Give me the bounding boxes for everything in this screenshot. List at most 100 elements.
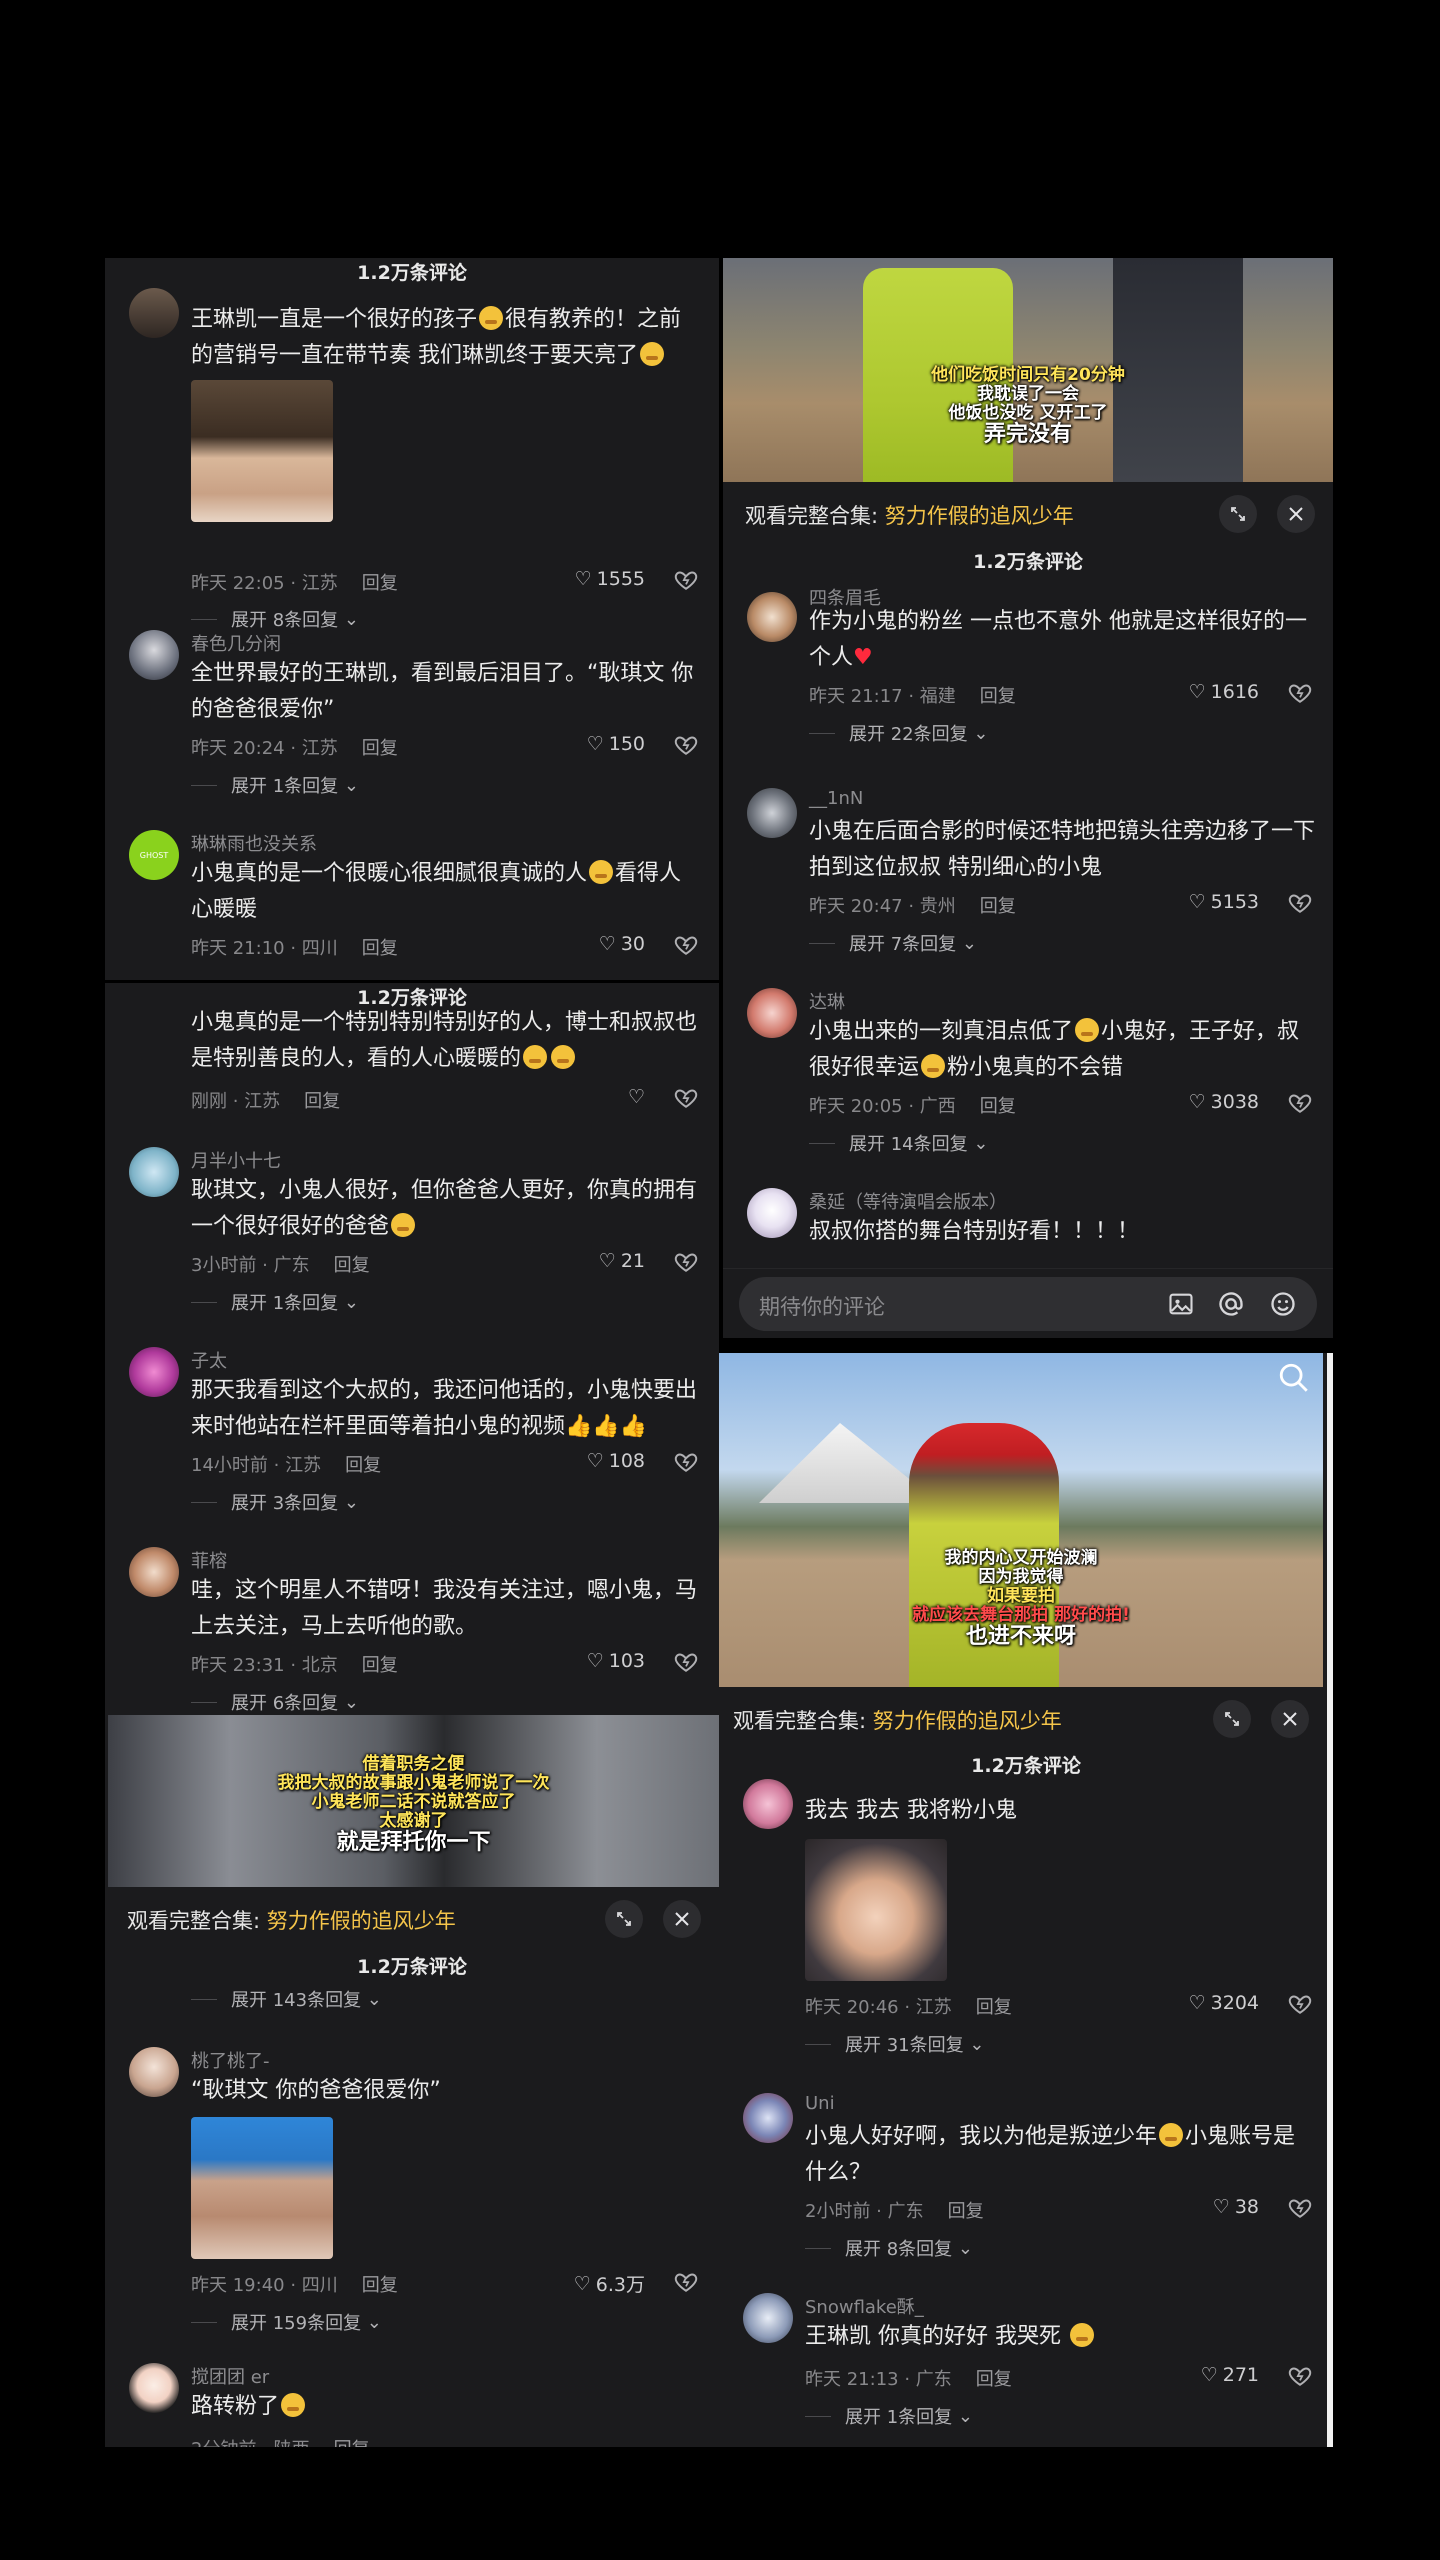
dislike-icon[interactable]	[673, 731, 699, 757]
username[interactable]: 琳琳雨也没关系	[191, 830, 317, 856]
avatar[interactable]	[129, 1347, 179, 1397]
image-icon[interactable]	[1167, 1290, 1195, 1318]
dislike-icon[interactable]	[1287, 2362, 1313, 2388]
avatar[interactable]	[129, 1147, 179, 1197]
expand-icon[interactable]	[1219, 495, 1257, 533]
dislike-icon[interactable]	[1287, 889, 1313, 915]
expand-replies[interactable]: 展开 6条回复 ⌄	[191, 1689, 359, 1715]
dislike-icon[interactable]	[1287, 1089, 1313, 1115]
username[interactable]: 菲榕	[191, 1547, 227, 1573]
collection-bar[interactable]: 观看完整合集: 努力作假的追风少年	[105, 1887, 719, 1951]
username[interactable]: Uni	[805, 2093, 835, 2114]
avatar[interactable]	[747, 988, 797, 1038]
username[interactable]: 搅团团 er	[191, 2363, 269, 2389]
expand-replies[interactable]: 展开 3条回复 ⌄	[191, 1489, 359, 1515]
dislike-icon[interactable]	[673, 566, 699, 592]
dislike-icon[interactable]	[673, 2268, 699, 2294]
reply-button[interactable]: 回复	[304, 1091, 340, 1112]
reply-button[interactable]: 回复	[362, 738, 398, 759]
avatar[interactable]: GHOST	[129, 830, 179, 880]
expand-replies[interactable]: 展开 143条回复 ⌄	[191, 1986, 382, 2012]
reply-button[interactable]: 回复	[362, 573, 398, 594]
username[interactable]: 春色几分闲	[191, 630, 281, 656]
like-button[interactable]: ♡ 1555	[575, 568, 645, 590]
like-button[interactable]: ♡ 108	[587, 1450, 645, 1472]
comment-image[interactable]	[191, 380, 333, 522]
comment-image[interactable]	[805, 1839, 947, 1981]
video-player[interactable]: 他们吃饭时间只有20分钟 我耽误了一会 他饭也没吃 又开工了 弄完没有	[723, 258, 1333, 482]
avatar[interactable]	[747, 788, 797, 838]
like-button[interactable]: ♡ 21	[599, 1250, 645, 1272]
username[interactable]: 桑延（等待演唱会版本）	[809, 1188, 1007, 1214]
username[interactable]: 月半小十七	[191, 1147, 281, 1173]
collection-label[interactable]: 观看完整合集: 努力作假的追风少年	[127, 1905, 456, 1935]
avatar[interactable]	[129, 2047, 179, 2097]
like-button[interactable]: ♡ 103	[587, 1650, 645, 1672]
reply-button[interactable]: 回复	[948, 2201, 984, 2222]
username[interactable]: 子太	[191, 1347, 227, 1373]
expand-icon[interactable]	[1213, 1700, 1251, 1738]
expand-replies[interactable]: 展开 1条回复 ⌄	[191, 772, 359, 798]
search-icon[interactable]	[1277, 1361, 1311, 1395]
dislike-icon[interactable]	[673, 1648, 699, 1674]
reply-button[interactable]: 回复	[980, 1096, 1016, 1117]
like-button[interactable]: ♡ 3038	[1189, 1091, 1259, 1113]
username[interactable]: Snowflake酥_	[805, 2293, 924, 2319]
emoji-picker-icon[interactable]	[1269, 1290, 1297, 1318]
reply-button[interactable]: 回复	[334, 2439, 370, 2447]
dislike-icon[interactable]	[673, 1448, 699, 1474]
collection-label[interactable]: 观看完整合集: 努力作假的追风少年	[733, 1705, 1062, 1735]
reply-button[interactable]: 回复	[362, 938, 398, 959]
avatar[interactable]	[743, 2093, 793, 2143]
username[interactable]: 达琳	[809, 988, 845, 1014]
like-button[interactable]: ♡ 5153	[1189, 891, 1259, 913]
expand-replies[interactable]: 展开 159条回复 ⌄	[191, 2309, 382, 2335]
like-button[interactable]: ♡ 6.3万	[574, 2270, 645, 2297]
username[interactable]: 桃了桃了-	[191, 2047, 270, 2073]
dislike-icon[interactable]	[673, 1248, 699, 1274]
expand-icon[interactable]	[605, 1900, 643, 1938]
video-player[interactable]: 借着职务之便 我把大叔的故事跟小鬼老师说了一次 小鬼老师二话不说就答应了 太感谢…	[108, 1715, 719, 1887]
reply-button[interactable]: 回复	[345, 1455, 381, 1476]
like-button[interactable]: ♡ 3204	[1189, 1992, 1259, 2014]
scrollbar[interactable]	[1327, 1353, 1333, 2447]
reply-button[interactable]: 回复	[362, 1655, 398, 1676]
expand-replies[interactable]: 展开 1条回复 ⌄	[191, 1289, 359, 1315]
reply-button[interactable]: 回复	[976, 2369, 1012, 2390]
dislike-icon[interactable]	[1287, 1990, 1313, 2016]
avatar[interactable]	[743, 2293, 793, 2343]
avatar[interactable]	[129, 630, 179, 680]
expand-replies[interactable]: 展开 14条回复 ⌄	[809, 1130, 988, 1156]
avatar[interactable]	[743, 1779, 793, 1829]
avatar[interactable]	[747, 592, 797, 642]
collection-bar[interactable]: 观看完整合集: 努力作假的追风少年	[719, 1687, 1333, 1751]
avatar[interactable]	[747, 1188, 797, 1238]
avatar[interactable]	[129, 1547, 179, 1597]
like-button[interactable]: ♡ 38	[1213, 2196, 1259, 2218]
comment-image[interactable]	[191, 2117, 333, 2259]
like-button[interactable]: ♡ 1616	[1189, 681, 1259, 703]
video-player[interactable]: 我的内心又开始波澜 因为我觉得 如果要拍 就应该去舞台那拍 那好的拍! 也进不来…	[719, 1353, 1323, 1687]
close-icon[interactable]	[1271, 1700, 1309, 1738]
avatar[interactable]	[129, 288, 179, 338]
like-button[interactable]: ♡ 271	[1201, 2364, 1259, 2386]
dislike-icon[interactable]	[1287, 2194, 1313, 2220]
at-mention-icon[interactable]	[1217, 1290, 1245, 1318]
dislike-icon[interactable]	[1287, 679, 1313, 705]
dislike-icon[interactable]	[673, 1084, 699, 1110]
reply-button[interactable]: 回复	[362, 2275, 398, 2296]
expand-replies[interactable]: 展开 31条回复 ⌄	[805, 2031, 984, 2057]
collection-label[interactable]: 观看完整合集: 努力作假的追风少年	[745, 500, 1074, 530]
expand-replies[interactable]: 展开 1条回复 ⌄	[805, 2403, 973, 2429]
avatar[interactable]	[129, 2363, 179, 2413]
expand-replies[interactable]: 展开 7条回复 ⌄	[809, 930, 977, 956]
reply-button[interactable]: 回复	[334, 1255, 370, 1276]
comment-input[interactable]: 期待你的评论	[739, 1277, 1317, 1331]
like-button[interactable]: ♡	[628, 1086, 645, 1108]
close-icon[interactable]	[1277, 495, 1315, 533]
username[interactable]: __1nN	[809, 788, 863, 809]
expand-replies[interactable]: 展开 8条回复 ⌄	[191, 606, 359, 632]
reply-button[interactable]: 回复	[980, 896, 1016, 917]
collection-bar[interactable]: 观看完整合集: 努力作假的追风少年	[723, 482, 1333, 546]
like-button[interactable]: ♡ 30	[599, 933, 645, 955]
